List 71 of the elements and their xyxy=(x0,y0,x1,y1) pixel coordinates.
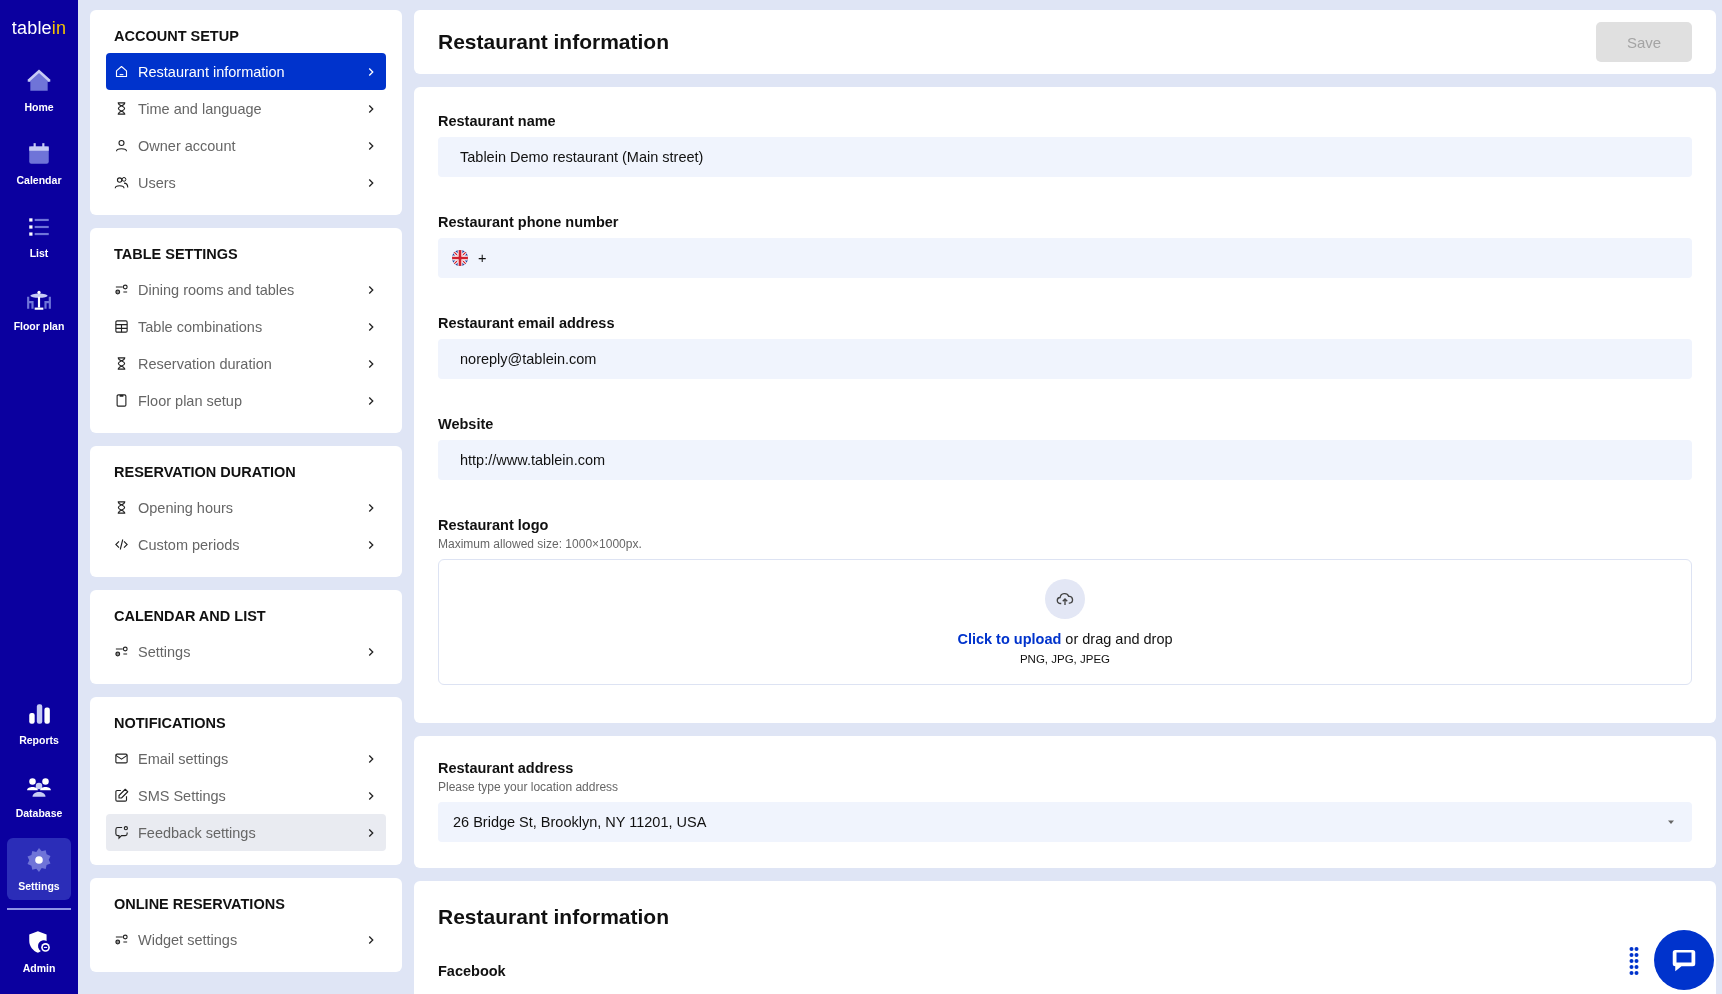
menu-item[interactable]: Reservation duration xyxy=(106,345,386,382)
house-icon xyxy=(114,64,129,79)
menu-item[interactable]: Dining rooms and tables xyxy=(106,271,386,308)
section-title: ONLINE RESERVATIONS xyxy=(114,896,286,912)
menu-item[interactable]: SMS Settings xyxy=(106,777,386,814)
field-label: Restaurant name xyxy=(438,113,557,129)
input-field[interactable]: Tablein Demo restaurant (Main street) xyxy=(438,137,1692,177)
menu-item[interactable]: Opening hours xyxy=(106,489,386,526)
section-title: Restaurant information xyxy=(438,905,671,929)
section-title: ACCOUNT SETUP xyxy=(114,28,240,44)
menu-item[interactable]: Time and language xyxy=(106,90,386,127)
menu-item[interactable]: Table combinations xyxy=(106,308,386,345)
upload-link[interactable]: Click to upload xyxy=(957,631,1062,647)
nav-item[interactable]: Floor plan xyxy=(7,278,71,340)
nav-item[interactable]: List xyxy=(7,205,71,267)
sliders-icon xyxy=(114,282,129,297)
field-hint: Please type your location address xyxy=(438,780,620,794)
upload-cloud-icon xyxy=(1045,579,1085,619)
nav-item[interactable]: Home xyxy=(7,59,71,121)
menu-item[interactable]: Floor plan setup xyxy=(106,382,386,419)
nav-item[interactable]: Reports xyxy=(7,692,71,754)
people-icon xyxy=(114,175,129,190)
input-field[interactable]: noreply@tablein.com xyxy=(438,339,1692,379)
field-label: Restaurant phone number xyxy=(438,214,620,230)
phone-value: + xyxy=(478,250,487,266)
menu-item[interactable]: Feedback settings xyxy=(106,814,386,851)
upload-dropzone[interactable]: Click to upload or drag and drop PNG, JPG, JPEG xyxy=(438,559,1692,685)
field-label: Restaurant address xyxy=(438,760,575,776)
upload-instruction: Click to upload or drag and drop xyxy=(957,631,1173,647)
field-label: Facebook xyxy=(438,963,506,979)
clipboard-icon xyxy=(114,393,129,408)
app-logo[interactable]: tablein xyxy=(11,18,67,39)
field-hint: Maximum allowed size: 1000×1000px. xyxy=(438,537,643,551)
section-title: CALENDAR AND LIST xyxy=(114,608,267,624)
nav-item[interactable]: Admin xyxy=(7,920,71,982)
menu-item[interactable]: Owner account xyxy=(106,127,386,164)
dots-grid-icon[interactable] xyxy=(1628,946,1640,976)
mail-icon xyxy=(114,751,129,766)
menu-item[interactable]: Email settings xyxy=(106,740,386,777)
person-icon xyxy=(114,138,129,153)
field-label: Restaurant email address xyxy=(438,315,616,331)
grid-icon xyxy=(114,319,129,334)
phone-field[interactable]: + xyxy=(438,238,1692,278)
file-formats: PNG, JPG, JPEG xyxy=(1019,653,1111,665)
settings-icon xyxy=(26,847,52,873)
bar-chart-icon xyxy=(26,701,52,727)
field-label: Restaurant logo xyxy=(438,517,550,533)
shield-icon xyxy=(26,929,52,955)
page-title: Restaurant information xyxy=(438,30,670,54)
house-icon xyxy=(26,68,52,94)
chat-bubble-icon xyxy=(114,825,129,840)
input-field[interactable]: http://www.tablein.com xyxy=(438,440,1692,480)
section-title: NOTIFICATIONS xyxy=(114,715,227,731)
sliders-icon xyxy=(114,644,129,659)
code-icon xyxy=(114,537,129,552)
calendar-icon xyxy=(26,141,52,167)
section-title: RESERVATION DURATION xyxy=(114,464,297,480)
nav-item[interactable]: Settings xyxy=(7,838,71,900)
field-label: Website xyxy=(438,416,495,432)
sliders-icon xyxy=(114,932,129,947)
menu-item[interactable]: Restaurant information xyxy=(106,53,386,90)
section-title: TABLE SETTINGS xyxy=(114,246,239,262)
flag-icon[interactable] xyxy=(452,250,468,266)
address-dropdown[interactable]: 26 Bridge St, Brooklyn, NY 11201, USA xyxy=(438,802,1692,842)
nav-item[interactable]: Calendar xyxy=(7,132,71,194)
menu-item[interactable]: Users xyxy=(106,164,386,201)
nav-item[interactable]: Database xyxy=(7,765,71,827)
menu-item[interactable]: Settings xyxy=(106,633,386,670)
edit-icon xyxy=(114,788,129,803)
menu-item[interactable]: Custom periods xyxy=(106,526,386,563)
menu-item[interactable]: Widget settings xyxy=(106,921,386,958)
